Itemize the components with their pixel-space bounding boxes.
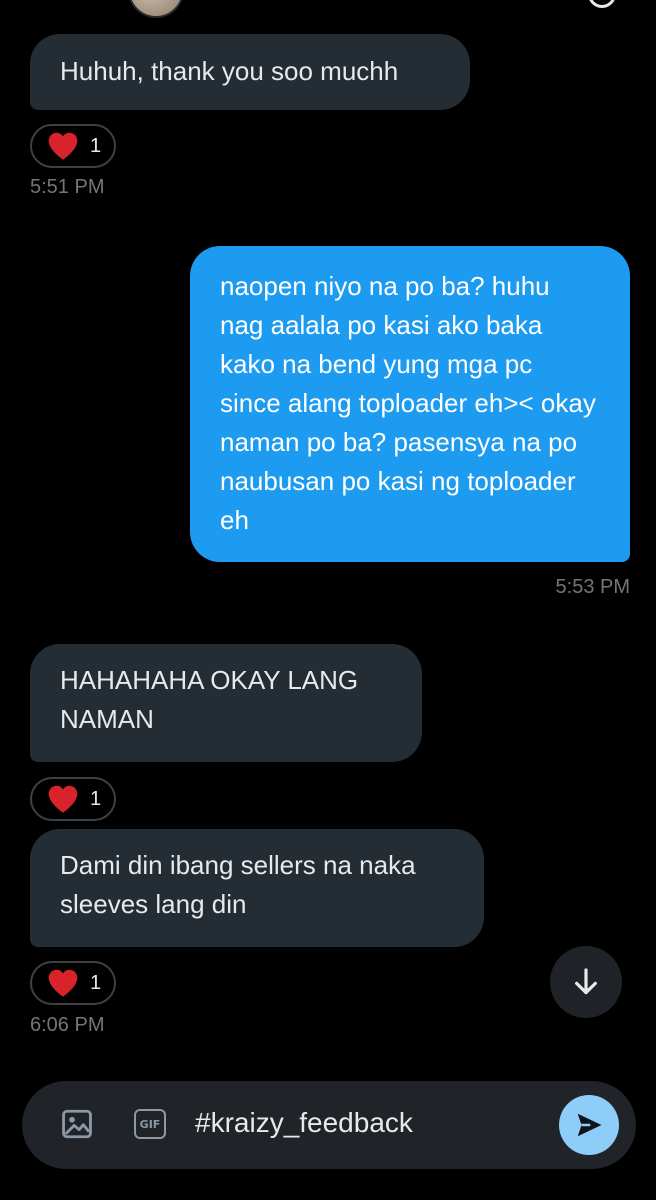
arrow-down-icon (575, 968, 597, 995)
heart-icon (48, 785, 78, 813)
reaction-count: 1 (90, 971, 102, 994)
contact-avatar[interactable] (128, 0, 184, 18)
message-text: naopen niyo na po ba? huhu nag aalala po… (220, 271, 596, 535)
info-icon[interactable] (588, 0, 616, 8)
send-icon (577, 1113, 602, 1137)
scroll-to-bottom-button[interactable] (550, 946, 622, 1018)
message-bubble-received[interactable]: HAHAHAHA OKAY LANG NAMAN (30, 644, 422, 762)
message-text: Huhuh, thank you soo muchh (60, 56, 399, 86)
send-button[interactable] (559, 1095, 619, 1155)
reaction-count: 1 (90, 787, 102, 810)
gif-button[interactable]: GIF (134, 1109, 166, 1139)
heart-icon (48, 132, 78, 160)
reaction-count: 1 (90, 134, 102, 157)
message-composer: GIF #kraizy_feedback (22, 1081, 636, 1169)
message-timestamp: 5:51 PM (30, 176, 105, 198)
reaction-pill[interactable]: 1 (30, 961, 116, 1005)
heart-icon (48, 969, 78, 997)
gif-label: GIF (139, 1117, 161, 1131)
dm-conversation-screen: Huhuh, thank you soo muchh 1 5:51 PM nao… (0, 0, 656, 1200)
message-timestamp: 5:53 PM (555, 576, 630, 598)
reaction-pill[interactable]: 1 (30, 777, 116, 821)
message-text: Dami din ibang sellers na naka sleeves l… (60, 850, 416, 919)
message-bubble-received[interactable]: Huhuh, thank you soo muchh (30, 34, 470, 110)
message-bubble-sent[interactable]: naopen niyo na po ba? huhu nag aalala po… (190, 246, 630, 562)
message-text: HAHAHAHA OKAY LANG NAMAN (60, 665, 359, 734)
message-input[interactable]: #kraizy_feedback (195, 1107, 413, 1139)
image-icon[interactable] (60, 1107, 94, 1141)
message-timestamp: 6:06 PM (30, 1014, 105, 1036)
reaction-pill[interactable]: 1 (30, 124, 116, 168)
message-bubble-received[interactable]: Dami din ibang sellers na naka sleeves l… (30, 829, 484, 947)
